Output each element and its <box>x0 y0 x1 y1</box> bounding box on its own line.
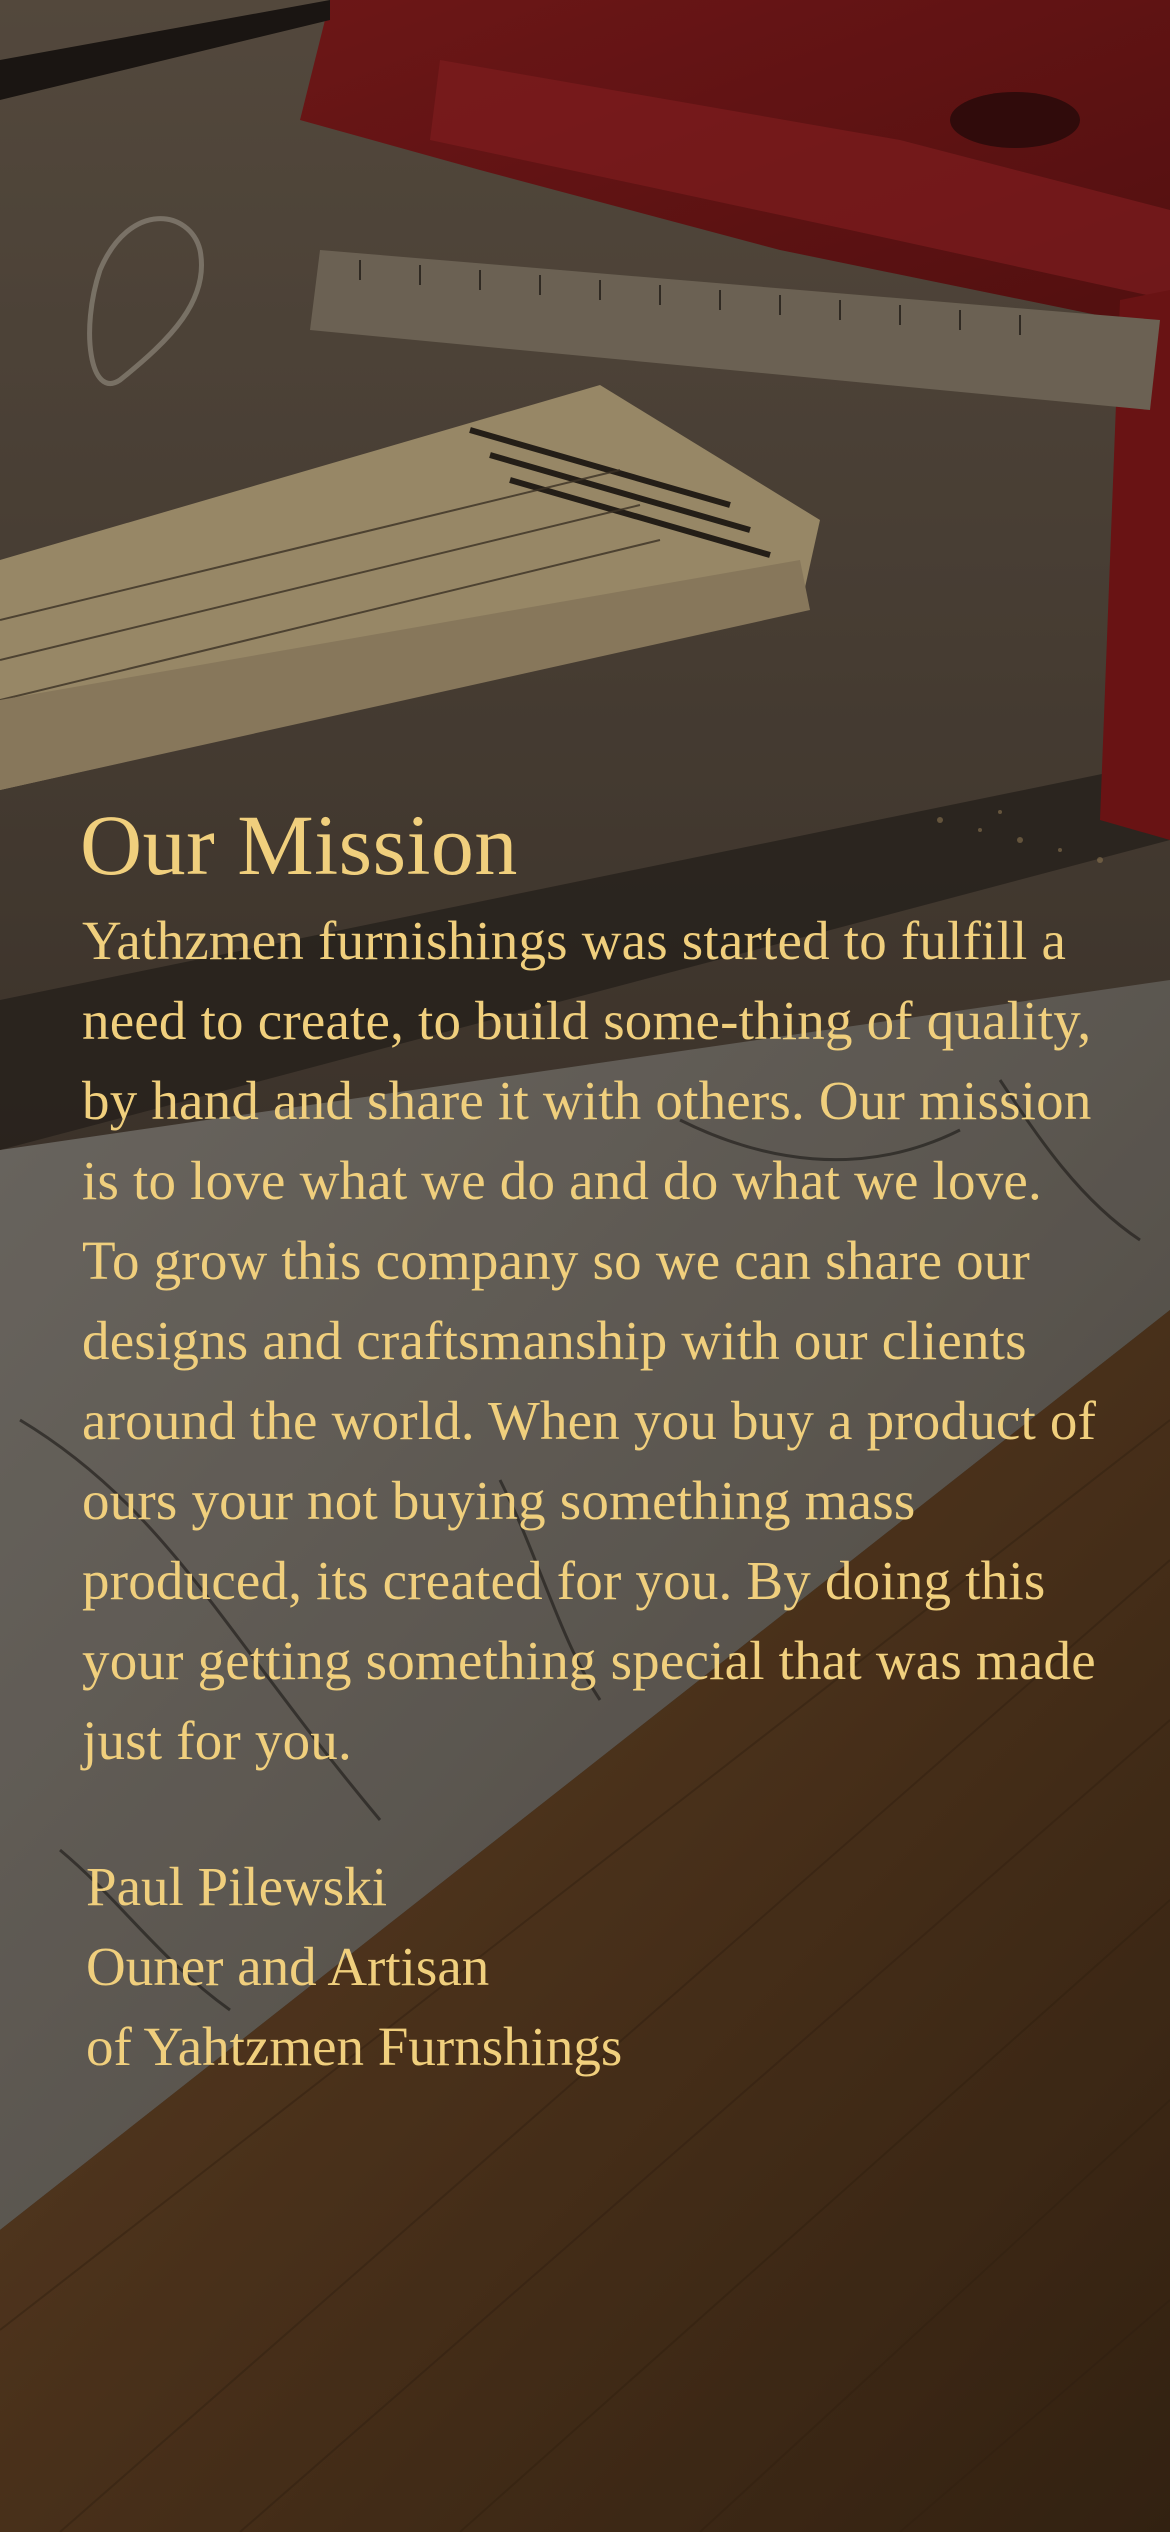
signature-name: Paul Pilewski <box>86 1856 387 1917</box>
mission-section: Our Mission Yathzmen furnishings was sta… <box>80 795 1110 2087</box>
mission-body: Yathzmen furnishings was started to fulf… <box>82 910 1097 1771</box>
signature-block: Paul Pilewski Ouner and Artisan of Yahtz… <box>86 1847 1110 2087</box>
mission-title: Our Mission <box>80 797 518 893</box>
signature-role: Ouner and Artisan <box>86 1936 490 1997</box>
signature-company: of Yahtzmen Furnshings <box>86 2016 623 2077</box>
